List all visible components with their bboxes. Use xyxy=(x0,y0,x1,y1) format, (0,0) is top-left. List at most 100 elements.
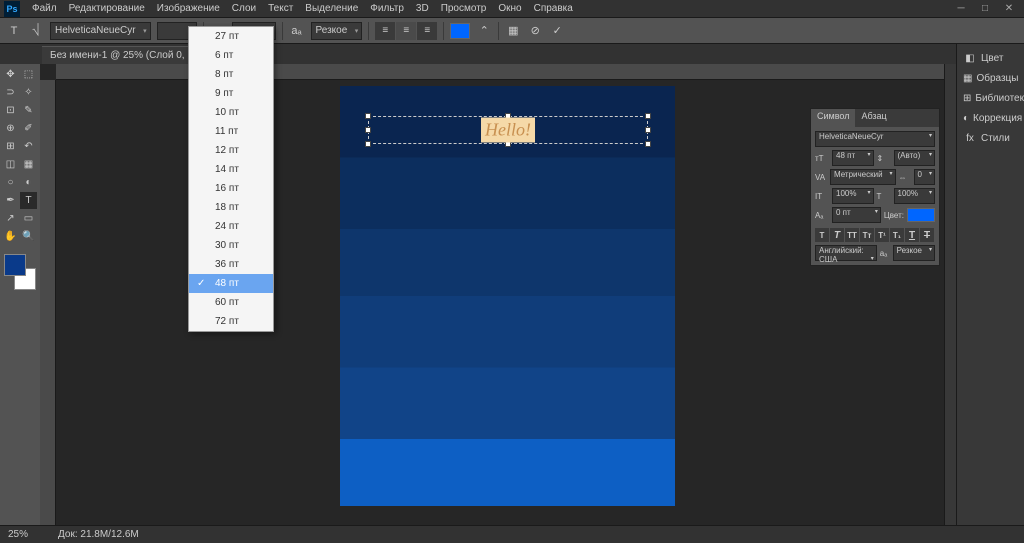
char-baseline[interactable]: 0 пт xyxy=(832,207,881,223)
menu-3d[interactable]: 3D xyxy=(410,3,435,14)
align-left-button[interactable]: ≡ xyxy=(375,22,395,40)
path-tool[interactable]: ↗ xyxy=(2,210,19,227)
cancel-icon[interactable]: ⊘ xyxy=(527,23,543,39)
heal-tool[interactable]: ⊕ xyxy=(2,120,19,137)
char-hscale[interactable]: 100% xyxy=(894,188,936,204)
zoom-level[interactable]: 25% xyxy=(8,529,28,540)
char-aa-select[interactable]: Резкое xyxy=(893,245,935,261)
gradient-tool[interactable]: ▦ xyxy=(20,156,37,173)
menu-view[interactable]: Просмотр xyxy=(435,3,493,14)
color-picker[interactable] xyxy=(2,254,38,290)
menu-select[interactable]: Выделение xyxy=(299,3,364,14)
superscript-button[interactable]: T¹ xyxy=(875,228,889,242)
char-panel-toggle-icon[interactable]: ▦ xyxy=(505,23,521,39)
align-right-button[interactable]: ≡ xyxy=(417,22,437,40)
document-canvas[interactable]: Hello! xyxy=(340,86,675,506)
brush-tool[interactable]: ✐ xyxy=(20,120,37,137)
eyedropper-tool[interactable]: ✎ xyxy=(20,102,37,119)
text-color-swatch[interactable] xyxy=(450,23,470,39)
font-size-option[interactable]: 9 пт xyxy=(189,84,273,103)
warp-text-icon[interactable]: ⌃ xyxy=(476,23,492,39)
char-leading-select[interactable]: (Авто) xyxy=(894,150,936,166)
aa-select[interactable]: Резкое xyxy=(311,22,363,40)
font-size-option[interactable]: 24 пт xyxy=(189,217,273,236)
menu-layers[interactable]: Слои xyxy=(226,3,262,14)
color-label: Цвет: xyxy=(884,211,904,220)
font-size-option[interactable]: 6 пт xyxy=(189,46,273,65)
font-size-option[interactable]: 8 пт xyxy=(189,65,273,84)
panel-styles[interactable]: fxСтили xyxy=(961,128,1020,148)
blur-tool[interactable]: ○ xyxy=(2,174,19,191)
handle-tl[interactable] xyxy=(365,113,371,119)
stamp-tool[interactable]: ⊞ xyxy=(2,138,19,155)
eraser-tool[interactable]: ◫ xyxy=(2,156,19,173)
menu-text[interactable]: Текст xyxy=(262,3,299,14)
handle-bl[interactable] xyxy=(365,141,371,147)
close-icon[interactable]: ✕ xyxy=(998,2,1020,16)
handle-tr[interactable] xyxy=(645,113,651,119)
font-size-option[interactable]: 30 пт xyxy=(189,236,273,255)
underline-button[interactable]: T xyxy=(905,228,919,242)
move-tool[interactable]: ✥ xyxy=(2,66,19,83)
character-tab[interactable]: Символ xyxy=(811,109,855,127)
history-tool[interactable]: ↶ xyxy=(20,138,37,155)
bold-button[interactable]: T xyxy=(815,228,829,242)
menu-edit[interactable]: Редактирование xyxy=(63,3,151,14)
char-size-select[interactable]: 48 пт xyxy=(832,150,874,166)
crop-tool[interactable]: ⊡ xyxy=(2,102,19,119)
marquee-tool[interactable]: ⬚ xyxy=(20,66,37,83)
panel-adjustments[interactable]: ◐Коррекция xyxy=(961,108,1020,128)
font-size-option[interactable]: 60 пт xyxy=(189,293,273,312)
dodge-tool[interactable]: ◐ xyxy=(20,174,37,191)
font-size-option[interactable]: 72 пт xyxy=(189,312,273,331)
minimize-icon[interactable]: ─ xyxy=(950,2,972,16)
wand-tool[interactable]: ✧ xyxy=(20,84,37,101)
char-lang-select[interactable]: Английский: США xyxy=(815,245,877,261)
handle-br[interactable] xyxy=(645,141,651,147)
foreground-color[interactable] xyxy=(4,254,26,276)
lasso-tool[interactable]: ⊃ xyxy=(2,84,19,101)
panel-libraries[interactable]: ⊞Библиотеки xyxy=(961,88,1020,108)
font-size-option[interactable]: 11 пт xyxy=(189,122,273,141)
menu-image[interactable]: Изображение xyxy=(151,3,226,14)
menu-help[interactable]: Справка xyxy=(528,3,579,14)
char-tracking-select[interactable]: 0 xyxy=(914,169,935,185)
align-center-button[interactable]: ≡ xyxy=(396,22,416,40)
font-size-option[interactable]: 12 пт xyxy=(189,141,273,160)
pen-tool[interactable]: ✒ xyxy=(2,192,19,209)
font-size-option[interactable]: 14 пт xyxy=(189,160,273,179)
subscript-button[interactable]: T₁ xyxy=(890,228,904,242)
commit-icon[interactable]: ✓ xyxy=(549,23,565,39)
menu-filter[interactable]: Фильтр xyxy=(364,3,410,14)
panel-swatches[interactable]: ▦Образцы xyxy=(961,68,1020,88)
panel-color[interactable]: ◧Цвет xyxy=(961,48,1020,68)
font-size-option[interactable]: 27 пт xyxy=(189,27,273,46)
text-orientation-icon[interactable]: ⎷ xyxy=(28,23,44,39)
allcaps-button[interactable]: TT xyxy=(845,228,859,242)
char-kerning-select[interactable]: Метрический xyxy=(830,169,896,185)
font-family-select[interactable]: HelveticaNeueCyr xyxy=(50,22,151,40)
font-size-option[interactable]: 18 пт xyxy=(189,198,273,217)
smallcaps-button[interactable]: Tт xyxy=(860,228,874,242)
handle-mr[interactable] xyxy=(645,127,651,133)
menu-file[interactable]: Файл xyxy=(26,3,63,14)
font-size-option[interactable]: 16 пт xyxy=(189,179,273,198)
italic-button[interactable]: T xyxy=(830,228,844,242)
handle-ml[interactable] xyxy=(365,127,371,133)
maximize-icon[interactable]: □ xyxy=(974,2,996,16)
hand-tool[interactable]: ✋ xyxy=(2,228,19,245)
text-bounding-box[interactable]: Hello! xyxy=(368,116,648,144)
font-size-option[interactable]: 10 пт xyxy=(189,103,273,122)
shape-tool[interactable]: ▭ xyxy=(20,210,37,227)
font-size-option[interactable]: 36 пт xyxy=(189,255,273,274)
text-content[interactable]: Hello! xyxy=(481,118,535,143)
char-font-select[interactable]: HelveticaNeueCyr xyxy=(815,131,935,147)
menu-window[interactable]: Окно xyxy=(492,3,527,14)
text-tool[interactable]: T xyxy=(20,192,37,209)
strike-button[interactable]: T xyxy=(920,228,934,242)
zoom-tool[interactable]: 🔍 xyxy=(20,228,37,245)
char-vscale[interactable]: 100% xyxy=(832,188,874,204)
paragraph-tab[interactable]: Абзац xyxy=(855,109,892,127)
font-size-option[interactable]: 48 пт xyxy=(189,274,273,293)
char-color-swatch[interactable] xyxy=(907,208,935,222)
